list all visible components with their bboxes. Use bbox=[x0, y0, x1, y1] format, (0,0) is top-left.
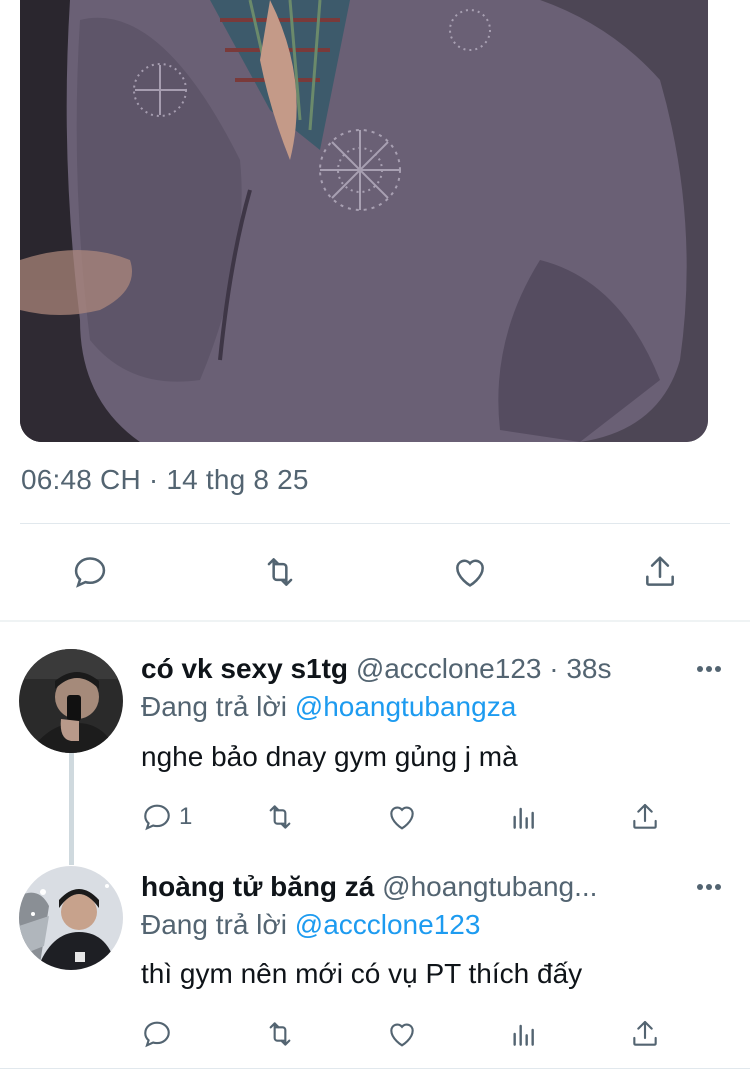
more-options-button[interactable] bbox=[692, 654, 726, 684]
tweet-photo[interactable] bbox=[20, 0, 708, 442]
analytics-icon bbox=[513, 807, 534, 829]
reply-header: có vk sexy s1tg @accclone123 · 38s bbox=[141, 653, 686, 685]
retweet-icon bbox=[269, 1022, 291, 1046]
like-icon bbox=[390, 806, 414, 830]
retweet-icon bbox=[267, 558, 293, 586]
replying-to: Đang trả lời @hoangtubangza bbox=[141, 691, 516, 723]
reply-count: 1 bbox=[179, 803, 193, 830]
mention-link[interactable]: @accclone123 bbox=[295, 909, 481, 940]
analytics-button[interactable] bbox=[508, 797, 540, 837]
avatar[interactable] bbox=[19, 866, 123, 970]
reply-icon bbox=[144, 804, 170, 831]
like-icon bbox=[390, 1023, 414, 1047]
reply-button[interactable]: 1 bbox=[141, 797, 192, 837]
reply-button[interactable] bbox=[66, 548, 114, 596]
share-icon bbox=[633, 803, 657, 829]
share-icon bbox=[646, 556, 674, 586]
reply-icon bbox=[74, 557, 106, 588]
thread-line bbox=[69, 753, 74, 865]
replying-to: Đang trả lời @accclone123 bbox=[141, 909, 480, 941]
share-button[interactable] bbox=[629, 797, 661, 837]
reply-icon bbox=[144, 1021, 170, 1048]
display-name[interactable]: có vk sexy s1tg bbox=[141, 653, 348, 684]
display-name[interactable]: hoàng tử băng zá bbox=[141, 871, 374, 902]
tweet-timestamp: 06:48 CH · 14 thg 8 25 bbox=[21, 464, 309, 495]
like-button[interactable] bbox=[446, 548, 494, 596]
handle[interactable]: @accclone123 · 38s bbox=[356, 653, 612, 684]
avatar[interactable] bbox=[19, 649, 123, 753]
reply-button[interactable] bbox=[141, 1014, 173, 1054]
share-icon bbox=[633, 1020, 657, 1046]
tweet-text: nghe bảo dnay gym gủng j mà bbox=[141, 741, 518, 772]
like-button[interactable] bbox=[386, 1014, 418, 1054]
like-icon bbox=[456, 559, 484, 587]
retweet-button[interactable] bbox=[264, 1014, 296, 1054]
share-button[interactable] bbox=[636, 548, 684, 596]
analytics-button[interactable] bbox=[508, 1014, 540, 1054]
reply-header: hoàng tử băng zá @hoangtubang... bbox=[141, 871, 669, 903]
section-divider bbox=[0, 620, 750, 622]
like-button[interactable] bbox=[386, 797, 418, 837]
retweet-button[interactable] bbox=[256, 548, 304, 596]
handle[interactable]: @hoangtubang... bbox=[382, 871, 597, 902]
replying-to-label: Đang trả lời bbox=[141, 909, 295, 940]
more-icon bbox=[697, 884, 721, 890]
tweet-text: thì gym nên mới có vụ PT thích đấy bbox=[141, 958, 583, 989]
mention-link[interactable]: @hoangtubangza bbox=[295, 691, 517, 722]
divider bbox=[0, 1068, 750, 1069]
share-button[interactable] bbox=[629, 1014, 661, 1054]
retweet-icon bbox=[269, 805, 291, 829]
analytics-icon bbox=[513, 1024, 534, 1046]
more-options-button[interactable] bbox=[692, 872, 726, 902]
replying-to-label: Đang trả lời bbox=[141, 691, 295, 722]
retweet-button[interactable] bbox=[264, 797, 296, 837]
divider bbox=[20, 523, 730, 524]
more-icon bbox=[697, 666, 721, 672]
